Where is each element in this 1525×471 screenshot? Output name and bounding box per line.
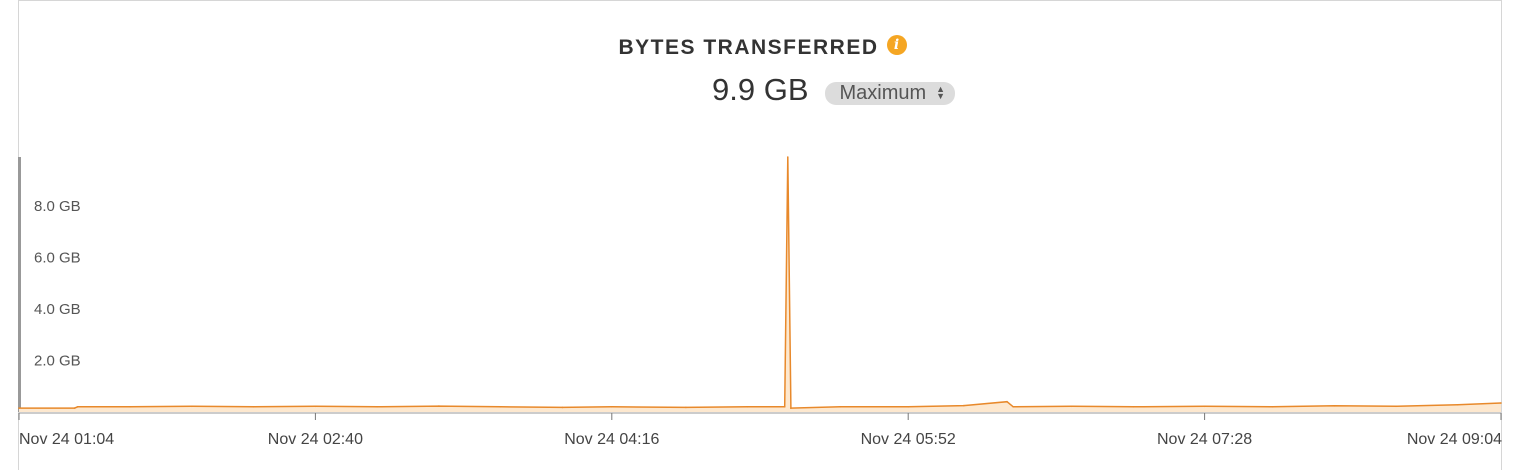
y-tick-label: 4.0 GB [34, 301, 81, 318]
x-tick-label: Nov 24 07:28 [1157, 431, 1252, 448]
x-tick-label: Nov 24 04:16 [564, 431, 659, 448]
data-point [746, 406, 749, 408]
x-tick-label: Nov 24 05:52 [861, 431, 956, 448]
data-point [1271, 406, 1274, 408]
data-point [499, 406, 502, 408]
data-point [1203, 405, 1206, 408]
chart-plot: 2.0 GB 4.0 GB 6.0 GB 8.0 GB Nov 24 01:04 Nov … [18, 156, 1502, 448]
data-point [252, 406, 255, 408]
x-tick-label: Nov 24 09:04 [1407, 431, 1502, 448]
y-axis [18, 157, 21, 412]
data-point [1333, 405, 1336, 407]
data-point [376, 406, 378, 408]
data-point [907, 406, 909, 408]
data-point [314, 405, 317, 408]
data-point [783, 406, 786, 408]
data-point [1012, 406, 1014, 408]
data-point [685, 406, 687, 409]
data-point [18, 407, 20, 409]
data-point [561, 406, 564, 409]
data-point [73, 407, 76, 409]
data-point [1395, 405, 1397, 408]
data-point [1071, 405, 1073, 408]
y-tick-label: 2.0 GB [34, 352, 81, 369]
data-point [787, 156, 789, 158]
x-tick-label: Nov 24 01:04 [19, 431, 114, 448]
series-area [19, 157, 1501, 412]
y-tick-label: 6.0 GB [34, 249, 81, 266]
data-point [129, 406, 131, 408]
data-point [191, 405, 193, 408]
data-point [839, 406, 842, 408]
data-point [611, 406, 613, 408]
series-line [19, 156, 1502, 409]
data-point [1457, 404, 1459, 406]
data-point [438, 405, 440, 407]
x-tick-label: Nov 24 02:40 [268, 431, 363, 448]
data-point [1006, 400, 1008, 403]
data-point [1500, 402, 1502, 404]
y-tick-label: 8.0 GB [34, 198, 81, 215]
data-point [790, 407, 792, 409]
data-point [963, 404, 965, 407]
data-point [1132, 406, 1135, 408]
data-point [76, 406, 79, 408]
